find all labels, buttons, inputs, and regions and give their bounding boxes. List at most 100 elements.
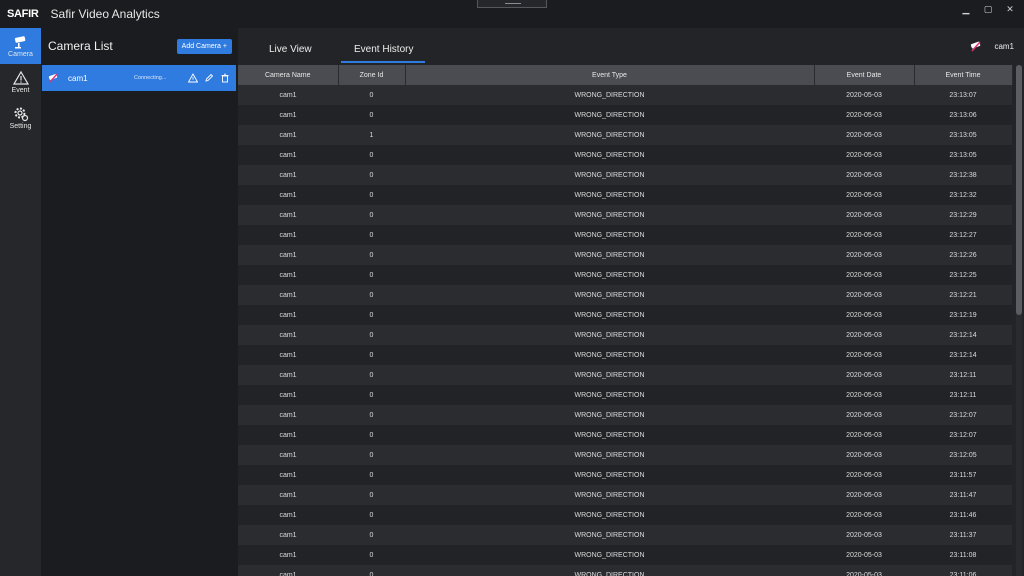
cell-event-date: 2020-05-03 <box>814 165 914 185</box>
table-row[interactable]: cam1 0 WRONG_DIRECTION 2020-05-03 23:12:38 <box>238 165 1012 185</box>
cell-camera-name: cam1 <box>238 265 338 285</box>
table-row[interactable]: cam1 0 WRONG_DIRECTION 2020-05-03 23:12:29 <box>238 205 1012 225</box>
cell-camera-name: cam1 <box>238 345 338 365</box>
minimize-icon[interactable]: ▁ <box>960 4 972 16</box>
current-camera-indicator: cam1 <box>970 41 1014 52</box>
cell-camera-name: cam1 <box>238 565 338 576</box>
nav-item-camera[interactable]: Camera <box>0 28 41 64</box>
tab-event-history[interactable]: Event History <box>354 44 413 55</box>
camera-icon <box>14 36 25 49</box>
cell-camera-name: cam1 <box>238 385 338 405</box>
scrollbar-thumb[interactable] <box>1016 65 1022 315</box>
cell-zone-id: 0 <box>338 545 405 565</box>
edit-icon[interactable] <box>204 73 214 83</box>
table-row[interactable]: cam1 0 WRONG_DIRECTION 2020-05-03 23:13:05 <box>238 145 1012 165</box>
close-icon[interactable]: ✕ <box>1004 4 1016 16</box>
cell-camera-name: cam1 <box>238 125 338 145</box>
cell-zone-id: 0 <box>338 385 405 405</box>
table-row[interactable]: cam1 0 WRONG_DIRECTION 2020-05-03 23:12:11 <box>238 365 1012 385</box>
cell-camera-name: cam1 <box>238 325 338 345</box>
column-header-camera-name[interactable]: Camera Name <box>238 65 339 85</box>
cell-camera-name: cam1 <box>238 305 338 325</box>
cell-event-time: 23:12:26 <box>914 245 1012 265</box>
current-camera-label: cam1 <box>994 42 1014 51</box>
cell-camera-name: cam1 <box>238 365 338 385</box>
cell-event-date: 2020-05-03 <box>814 345 914 365</box>
cell-event-time: 23:11:06 <box>914 565 1012 576</box>
cell-camera-name: cam1 <box>238 165 338 185</box>
gear-icon <box>14 107 28 122</box>
table-scrollbar[interactable] <box>1016 65 1022 576</box>
cell-zone-id: 0 <box>338 265 405 285</box>
cell-zone-id: 0 <box>338 465 405 485</box>
cell-zone-id: 0 <box>338 325 405 345</box>
table-row[interactable]: cam1 0 WRONG_DIRECTION 2020-05-03 23:13:06 <box>238 105 1012 125</box>
cell-event-date: 2020-05-03 <box>814 85 914 105</box>
cell-camera-name: cam1 <box>238 525 338 545</box>
table-row[interactable]: cam1 0 WRONG_DIRECTION 2020-05-03 23:12:25 <box>238 265 1012 285</box>
table-row[interactable]: cam1 0 WRONG_DIRECTION 2020-05-03 23:13:07 <box>238 85 1012 105</box>
cell-event-time: 23:11:37 <box>914 525 1012 545</box>
column-header-event-time[interactable]: Event Time <box>914 65 1013 85</box>
column-header-event-date[interactable]: Event Date <box>814 65 915 85</box>
cell-event-type: WRONG_DIRECTION <box>405 405 814 425</box>
nav-item-event[interactable]: Event <box>0 64 41 100</box>
table-row[interactable]: cam1 0 WRONG_DIRECTION 2020-05-03 23:12:07 <box>238 425 1012 445</box>
cell-event-type: WRONG_DIRECTION <box>405 85 814 105</box>
table-row[interactable]: cam1 0 WRONG_DIRECTION 2020-05-03 23:12:11 <box>238 385 1012 405</box>
table-row[interactable]: cam1 0 WRONG_DIRECTION 2020-05-03 23:12:14 <box>238 325 1012 345</box>
cell-event-time: 23:12:27 <box>914 225 1012 245</box>
table-row[interactable]: cam1 0 WRONG_DIRECTION 2020-05-03 23:11:57 <box>238 465 1012 485</box>
title-bar: SAFIR Safir Video Analytics ▁ ▢ ✕ <box>0 0 1024 28</box>
table-row[interactable]: cam1 0 WRONG_DIRECTION 2020-05-03 23:12:21 <box>238 285 1012 305</box>
table-row[interactable]: cam1 0 WRONG_DIRECTION 2020-05-03 23:12:32 <box>238 185 1012 205</box>
table-header-row: Camera Name Zone Id Event Type Event Dat… <box>238 65 1013 85</box>
cell-event-time: 23:12:07 <box>914 425 1012 445</box>
cell-zone-id: 0 <box>338 405 405 425</box>
cell-camera-name: cam1 <box>238 85 338 105</box>
nav-item-setting[interactable]: Setting <box>0 100 41 136</box>
active-tab-indicator <box>341 61 425 63</box>
column-header-zone-id[interactable]: Zone Id <box>338 65 406 85</box>
nav-label-setting: Setting <box>9 123 32 130</box>
camera-list-item[interactable]: cam1 Connecting... <box>42 65 236 91</box>
camera-status: Connecting... <box>134 75 167 81</box>
maximize-icon[interactable]: ▢ <box>982 4 994 16</box>
table-row[interactable]: cam1 1 WRONG_DIRECTION 2020-05-03 23:13:05 <box>238 125 1012 145</box>
cell-event-time: 23:12:11 <box>914 385 1012 405</box>
table-row[interactable]: cam1 0 WRONG_DIRECTION 2020-05-03 23:12:07 <box>238 405 1012 425</box>
app-title: Safir Video Analytics <box>50 7 160 21</box>
app-window: SAFIR Safir Video Analytics ▁ ▢ ✕ Camera… <box>0 0 1024 576</box>
delete-icon[interactable] <box>220 73 230 83</box>
camera-actions <box>188 73 230 83</box>
cell-event-type: WRONG_DIRECTION <box>405 125 814 145</box>
cell-event-type: WRONG_DIRECTION <box>405 385 814 405</box>
cell-event-time: 23:12:14 <box>914 345 1012 365</box>
cell-event-time: 23:13:06 <box>914 105 1012 125</box>
warning-icon[interactable] <box>188 73 198 83</box>
cell-event-time: 23:13:07 <box>914 85 1012 105</box>
table-row[interactable]: cam1 0 WRONG_DIRECTION 2020-05-03 23:11:08 <box>238 545 1012 565</box>
add-camera-button[interactable]: Add Camera + <box>176 38 232 54</box>
cell-event-date: 2020-05-03 <box>814 245 914 265</box>
tab-live-view[interactable]: Live View <box>269 44 312 55</box>
table-row[interactable]: cam1 0 WRONG_DIRECTION 2020-05-03 23:12:26 <box>238 245 1012 265</box>
cell-event-type: WRONG_DIRECTION <box>405 565 814 576</box>
table-row[interactable]: cam1 0 WRONG_DIRECTION 2020-05-03 23:12:05 <box>238 445 1012 465</box>
table-row[interactable]: cam1 0 WRONG_DIRECTION 2020-05-03 23:11:06 <box>238 565 1012 576</box>
table-row[interactable]: cam1 0 WRONG_DIRECTION 2020-05-03 23:11:47 <box>238 485 1012 505</box>
table-row[interactable]: cam1 0 WRONG_DIRECTION 2020-05-03 23:12:27 <box>238 225 1012 245</box>
cell-event-date: 2020-05-03 <box>814 405 914 425</box>
cell-camera-name: cam1 <box>238 285 338 305</box>
nav-label-camera: Camera <box>8 51 33 58</box>
camera-list-header: Camera List Add Camera + <box>41 28 238 64</box>
table-row[interactable]: cam1 0 WRONG_DIRECTION 2020-05-03 23:11:46 <box>238 505 1012 525</box>
camera-disconnected-icon <box>971 41 981 52</box>
column-header-event-type[interactable]: Event Type <box>405 65 815 85</box>
table-row[interactable]: cam1 0 WRONG_DIRECTION 2020-05-03 23:12:14 <box>238 345 1012 365</box>
table-row[interactable]: cam1 0 WRONG_DIRECTION 2020-05-03 23:12:19 <box>238 305 1012 325</box>
cell-event-time: 23:12:19 <box>914 305 1012 325</box>
window-drag-handle[interactable] <box>477 0 547 8</box>
cell-event-time: 23:11:47 <box>914 485 1012 505</box>
table-row[interactable]: cam1 0 WRONG_DIRECTION 2020-05-03 23:11:37 <box>238 525 1012 545</box>
